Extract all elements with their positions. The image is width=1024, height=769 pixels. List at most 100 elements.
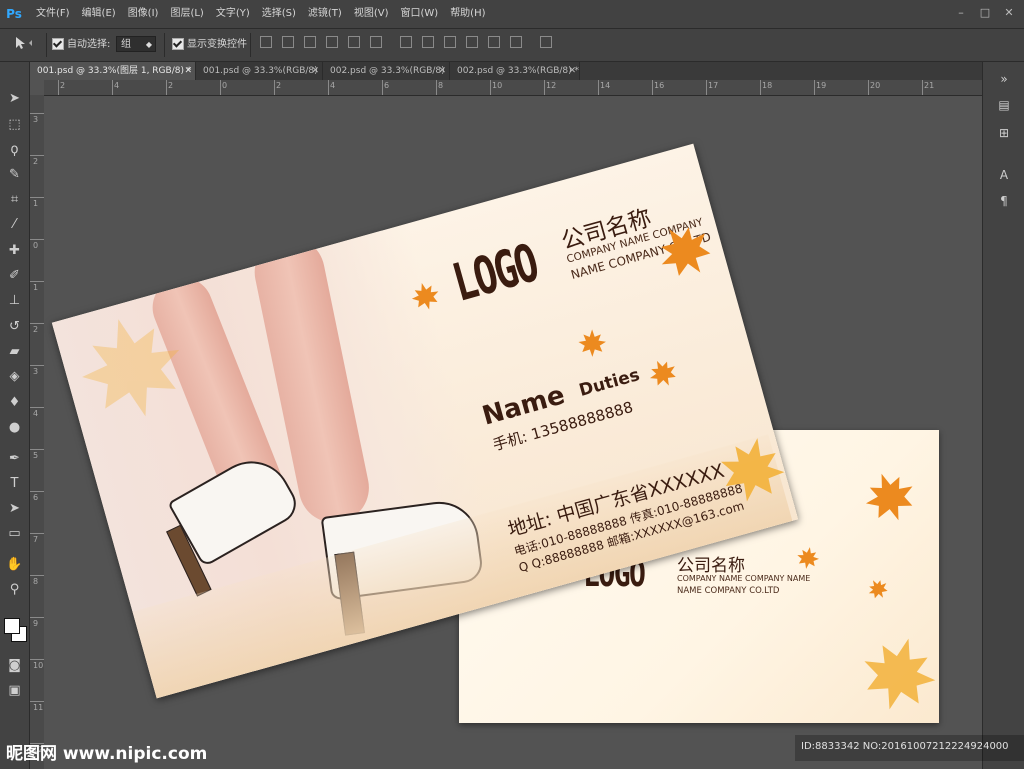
- align-top-icon[interactable]: [260, 36, 272, 48]
- marquee-tool-icon[interactable]: ⬚: [6, 116, 23, 133]
- quick-select-tool-icon[interactable]: ✎: [6, 166, 23, 183]
- ruler-tick-label: 6: [33, 493, 39, 502]
- menu-image[interactable]: 图像(I): [128, 0, 159, 28]
- paragraph-panel-icon[interactable]: ¶: [995, 192, 1013, 210]
- properties-panel-icon[interactable]: ⊞: [995, 124, 1013, 142]
- tab-document-1[interactable]: 001.psd @ 33.3%(图层 1, RGB/8) * ✕: [30, 62, 196, 80]
- shape-tool-icon[interactable]: ▭: [6, 525, 23, 542]
- auto-select-option[interactable]: 自动选择:: [52, 36, 110, 54]
- foreground-color-swatch[interactable]: [4, 618, 20, 634]
- ruler-tick-label: 4: [330, 81, 336, 90]
- history-brush-tool-icon[interactable]: ↺: [6, 318, 23, 335]
- distribute-bottom-icon[interactable]: [444, 36, 456, 48]
- menu-select[interactable]: 选择(S): [262, 0, 296, 28]
- paint-bucket-tool-icon[interactable]: ◈: [6, 368, 23, 385]
- align-vcenter-icon[interactable]: [282, 36, 294, 48]
- maple-leaf-icon: [643, 353, 683, 393]
- auto-select-label: 自动选择:: [67, 39, 111, 50]
- ruler-tick-label: 2: [276, 81, 282, 90]
- distribute-top-icon[interactable]: [400, 36, 412, 48]
- ruler-tick-label: 10: [33, 661, 44, 670]
- tools-panel: ➤ ⬚ ϙ ✎ ⌗ ⁄ ✚ ✐ ⊥ ↺ ▰ ◈ ♦ ● ✒ T ➤ ▭ ✋ ⚲ …: [0, 62, 30, 769]
- move-tool-icon[interactable]: [14, 36, 36, 54]
- menu-view[interactable]: 视图(V): [354, 0, 389, 28]
- ruler-tick-label: 2: [168, 81, 174, 90]
- maple-leaf-icon: [407, 278, 444, 315]
- show-transform-option[interactable]: 显示变换控件: [172, 36, 247, 54]
- ruler-tick: [490, 80, 491, 95]
- vertical-ruler[interactable]: 3 2 1 0 1 2 3 4 5 6 7 8 9 10 11 12: [30, 95, 45, 769]
- ruler-tick-label: 7: [33, 535, 39, 544]
- ruler-tick: [30, 575, 44, 576]
- menu-type[interactable]: 文字(Y): [216, 0, 250, 28]
- close-icon[interactable]: ✕: [568, 62, 576, 80]
- distribute-hcenter-icon[interactable]: [488, 36, 500, 48]
- minimize-button[interactable]: –: [952, 5, 970, 21]
- ruler-tick: [30, 197, 44, 198]
- horizontal-ruler[interactable]: 2 4 2 0 2 4 6 8 10 12 14 16 17 18 19 20 21: [44, 80, 982, 96]
- align-hcenter-icon[interactable]: [348, 36, 360, 48]
- close-icon[interactable]: ✕: [438, 62, 446, 80]
- move-tool-icon[interactable]: ➤: [6, 90, 23, 107]
- ruler-tick-label: 16: [654, 81, 665, 90]
- ruler-tick-label: 3: [33, 115, 39, 124]
- eyedropper-tool-icon[interactable]: ⁄: [6, 216, 23, 233]
- panel-collapse-icon[interactable]: »: [995, 70, 1013, 88]
- eraser-tool-icon[interactable]: ▰: [6, 343, 23, 360]
- hand-tool-icon[interactable]: ✋: [6, 556, 23, 573]
- screen-mode-icon[interactable]: ▣: [6, 682, 23, 699]
- menu-edit[interactable]: 编辑(E): [82, 0, 116, 28]
- maximize-button[interactable]: □: [976, 5, 994, 21]
- ruler-tick-label: 14: [600, 81, 611, 90]
- ruler-tick: [706, 80, 707, 95]
- tab-label: 001.psd @ 33.3%(图层 1, RGB/8) *: [37, 66, 192, 76]
- auto-select-checkbox[interactable]: [52, 38, 64, 50]
- menu-layer[interactable]: 图层(L): [170, 0, 203, 28]
- align-bottom-icon[interactable]: [304, 36, 316, 48]
- pen-tool-icon[interactable]: ✒: [6, 450, 23, 467]
- brush-tool-icon[interactable]: ✐: [6, 267, 23, 284]
- align-right-icon[interactable]: [370, 36, 382, 48]
- healing-brush-tool-icon[interactable]: ✚: [6, 242, 23, 259]
- menu-window[interactable]: 窗口(W): [400, 0, 438, 28]
- auto-select-dropdown[interactable]: 组 ◆: [116, 36, 156, 52]
- distribute-left-icon[interactable]: [466, 36, 478, 48]
- quick-mask-icon[interactable]: ◙: [6, 657, 23, 674]
- tab-document-4[interactable]: 002.psd @ 33.3%(RGB/8) * ✕: [450, 62, 580, 80]
- ruler-tick-label: 4: [114, 81, 120, 90]
- ruler-tick: [30, 365, 44, 366]
- tab-document-2[interactable]: 001.psd @ 33.3%(RGB/8) ✕: [196, 62, 323, 80]
- back-company-name-en-line2: NAME COMPANY CO.LTD: [677, 586, 780, 596]
- history-panel-icon[interactable]: ▤: [995, 96, 1013, 114]
- menu-filter[interactable]: 滤镜(T): [308, 0, 342, 28]
- character-panel-icon[interactable]: A: [995, 166, 1013, 184]
- distribute-right-icon[interactable]: [510, 36, 522, 48]
- zoom-tool-icon[interactable]: ⚲: [6, 581, 23, 598]
- dodge-tool-icon[interactable]: ●: [6, 419, 23, 436]
- maple-leaf-icon: [855, 462, 924, 531]
- type-tool-icon[interactable]: T: [6, 475, 23, 492]
- ruler-tick-label: 8: [33, 577, 39, 586]
- align-left-icon[interactable]: [326, 36, 338, 48]
- distribute-vcenter-icon[interactable]: [422, 36, 434, 48]
- path-select-tool-icon[interactable]: ➤: [6, 500, 23, 517]
- menu-file[interactable]: 文件(F): [36, 0, 70, 28]
- align-buttons: [260, 36, 562, 48]
- tab-label: 001.psd @ 33.3%(RGB/8): [203, 66, 318, 76]
- ruler-tick-label: 10: [492, 81, 503, 90]
- document-canvas[interactable]: LOGO 公司名称 COMPANY NAME COMPANY NAME NAME…: [44, 96, 982, 769]
- lasso-tool-icon[interactable]: ϙ: [6, 141, 23, 158]
- stamp-tool-icon[interactable]: ⊥: [6, 292, 23, 309]
- close-window-button[interactable]: ✕: [1000, 5, 1018, 21]
- tab-document-3[interactable]: 002.psd @ 33.3%(RGB/8) ✕: [323, 62, 450, 80]
- show-transform-checkbox[interactable]: [172, 38, 184, 50]
- menu-help[interactable]: 帮助(H): [450, 0, 485, 28]
- close-icon[interactable]: ✕: [184, 62, 192, 80]
- crop-tool-icon[interactable]: ⌗: [6, 191, 23, 208]
- menu-bar: Ps 文件(F) 编辑(E) 图像(I) 图层(L) 文字(Y) 选择(S) 滤…: [0, 0, 1024, 29]
- site-watermark: 昵图网 www.nipic.com: [6, 744, 208, 764]
- blur-tool-icon[interactable]: ♦: [6, 394, 23, 411]
- show-transform-label: 显示变换控件: [187, 39, 247, 50]
- close-icon[interactable]: ✕: [311, 62, 319, 80]
- auto-align-icon[interactable]: [540, 36, 552, 48]
